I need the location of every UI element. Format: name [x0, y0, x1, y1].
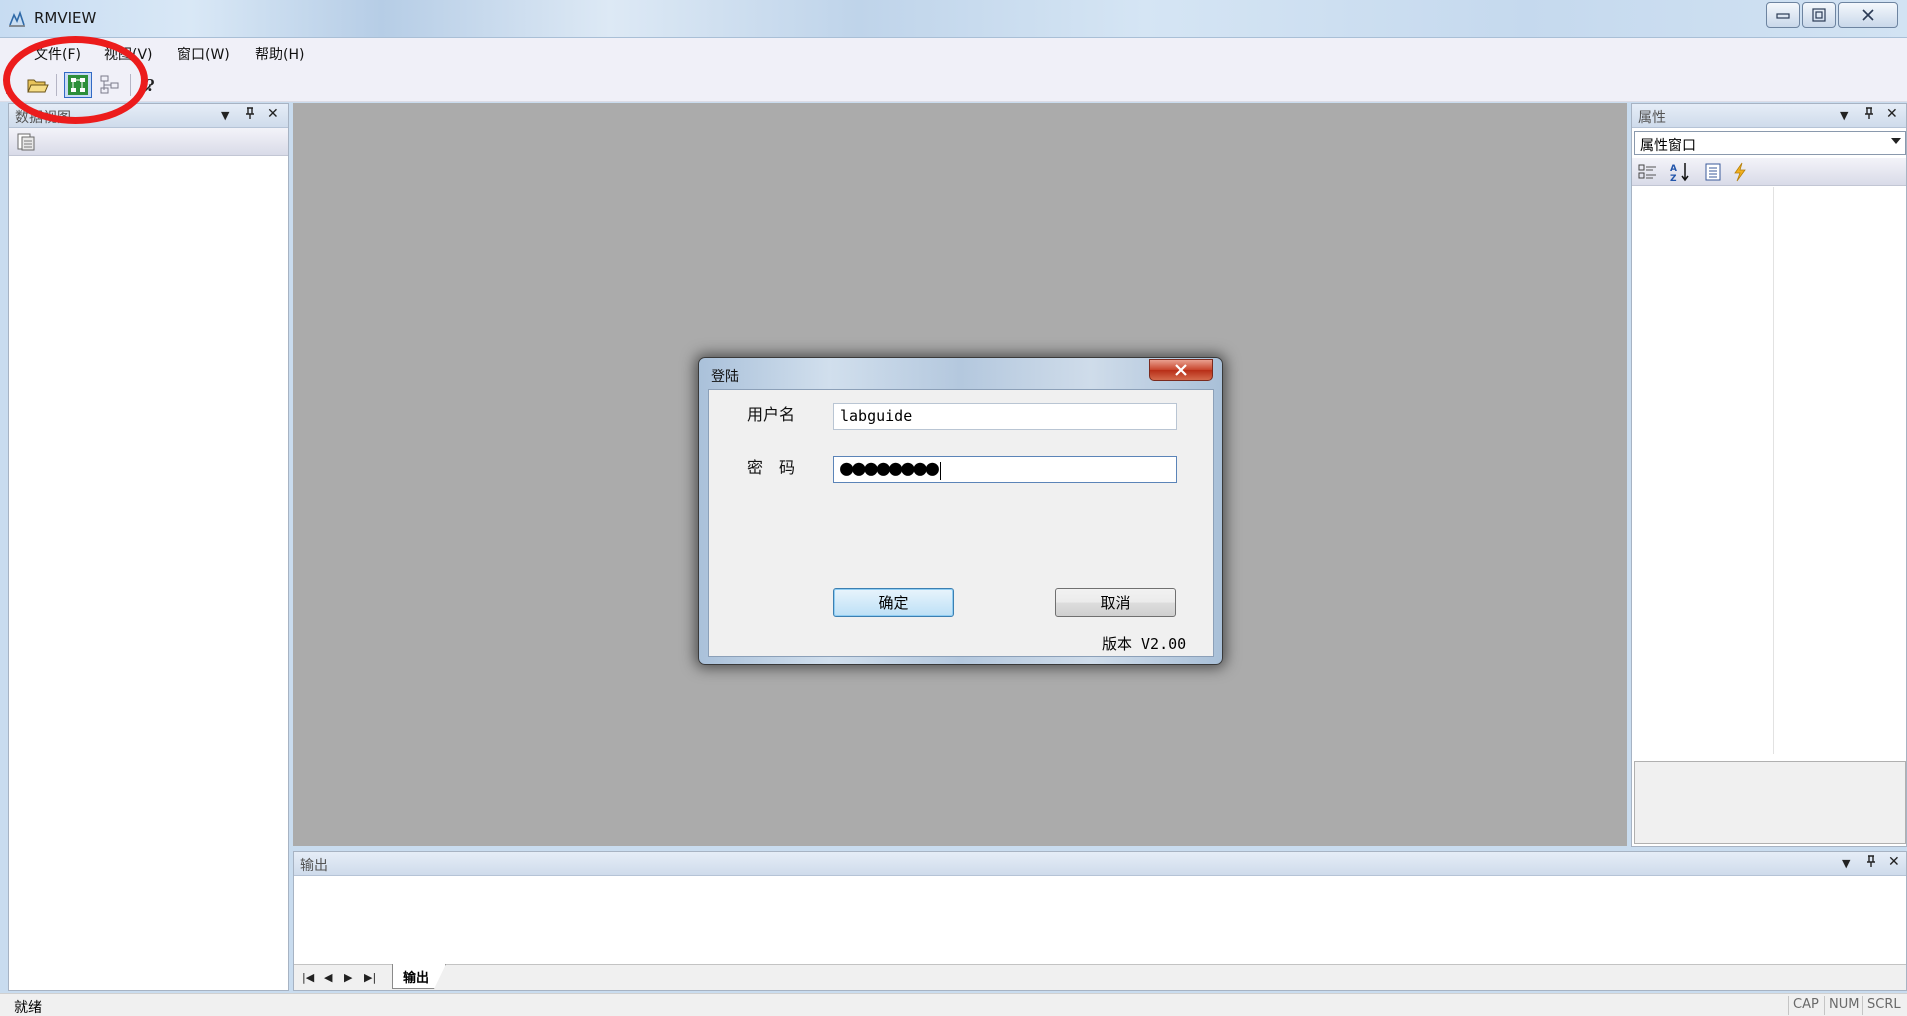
panel-close-icon[interactable]: ✕ [267, 106, 279, 122]
svg-text:Z: Z [1670, 174, 1677, 182]
username-label: 用户名 [747, 405, 796, 424]
data-view-toolbar [9, 128, 288, 156]
data-view-title: 数据视图 [15, 110, 71, 126]
scroll-lock-indicator: SCRL [1862, 996, 1905, 1015]
property-pages-icon[interactable] [1704, 163, 1722, 181]
svg-text:?: ? [146, 75, 155, 95]
dialog-body: 用户名 labguide 密 码 ●●●●●●●● 确定 取消 版本 V2.00 [708, 389, 1214, 657]
app-icon [9, 10, 25, 27]
first-tab-icon[interactable]: |◀ [302, 971, 314, 984]
prev-tab-icon[interactable]: ◀ [324, 971, 332, 984]
ok-button[interactable]: 确定 [833, 588, 954, 617]
ok-button-label: 确定 [878, 594, 909, 612]
properties-header: 属性 ▼ ✕ [1632, 104, 1906, 128]
pin-icon[interactable] [1864, 106, 1874, 124]
tab-output[interactable]: 输出 [392, 964, 446, 989]
close-icon [1175, 364, 1187, 376]
tree-view-button[interactable] [64, 72, 92, 98]
properties-combo[interactable]: 属性窗口 [1634, 131, 1906, 155]
svg-text:A: A [1670, 164, 1677, 174]
password-label: 密 码 [747, 458, 796, 477]
database-icon[interactable] [15, 132, 37, 152]
password-mask: ●●●●●●●● [840, 456, 939, 481]
login-dialog: 登陆 用户名 labguide 密 码 ●●●●●●●● 确定 取消 版本 V2… [698, 357, 1223, 665]
username-value: labguide [840, 407, 913, 425]
properties-title: 属性 [1638, 110, 1666, 126]
dialog-close-button[interactable] [1149, 359, 1213, 381]
status-text: 就绪 [14, 1000, 42, 1016]
sort-alphabetical-icon[interactable]: A Z [1670, 162, 1692, 182]
events-lightning-icon[interactable] [1732, 162, 1748, 182]
chevron-down-icon [1891, 138, 1901, 144]
property-grid-divider[interactable] [1773, 187, 1774, 754]
close-icon [1862, 9, 1874, 21]
menu-window[interactable]: 窗口(W) [177, 44, 230, 64]
num-lock-indicator: NUM [1824, 996, 1863, 1015]
panel-dropdown-icon[interactable]: ▼ [1840, 109, 1848, 122]
menu-view[interactable]: 视图(V) [104, 44, 153, 64]
output-tab-strip: |◀ ◀ ▶ ▶| 输出 [294, 964, 1906, 990]
password-input[interactable]: ●●●●●●●● [833, 456, 1177, 483]
cancel-button-label: 取消 [1100, 594, 1131, 612]
text-caret [939, 461, 941, 480]
toolbar: ? [0, 68, 1907, 102]
panel-dropdown-icon[interactable]: ▼ [1842, 857, 1850, 870]
data-view-panel: 数据视图 ▼ ✕ [8, 103, 289, 991]
panel-close-icon[interactable]: ✕ [1886, 106, 1898, 122]
menu-bar: 文件(F) 视图(V) 窗口(W) 帮助(H) [0, 38, 1907, 68]
output-title: 输出 [300, 858, 328, 874]
menu-help[interactable]: 帮助(H) [255, 44, 304, 64]
restore-icon [1812, 8, 1826, 22]
last-tab-icon[interactable]: ▶| [364, 971, 376, 984]
help-icon: ? [143, 75, 155, 95]
dialog-title: 登陆 [711, 369, 739, 385]
toolbar-grip[interactable] [6, 76, 9, 94]
categorized-icon[interactable] [1638, 163, 1658, 181]
window-title: RMVIEW [34, 9, 97, 27]
tree-layout-icon [100, 75, 119, 94]
minimize-icon [1776, 13, 1790, 19]
pin-icon[interactable] [1866, 854, 1876, 872]
output-panel: 输出 ▼ ✕ |◀ ◀ ▶ ▶| 输出 [293, 851, 1907, 991]
close-window-button[interactable] [1838, 2, 1898, 28]
panel-close-icon[interactable]: ✕ [1888, 854, 1900, 870]
version-text: 版本 V2.00 [1102, 635, 1187, 653]
username-input[interactable]: labguide [833, 403, 1177, 430]
data-view-header: 数据视图 ▼ ✕ [9, 104, 288, 128]
caps-lock-indicator: CAP [1788, 996, 1823, 1015]
open-folder-icon [27, 79, 49, 93]
status-bar: 就绪 CAP NUM SCRL [0, 993, 1907, 1016]
next-tab-icon[interactable]: ▶ [344, 971, 352, 984]
properties-combo-value: 属性窗口 [1640, 138, 1696, 154]
open-button[interactable] [24, 72, 52, 98]
panel-dropdown-icon[interactable]: ▼ [221, 109, 229, 122]
output-header: 输出 ▼ ✕ [294, 852, 1906, 876]
help-button[interactable]: ? [138, 72, 166, 98]
property-description-area [1634, 761, 1906, 844]
cancel-button[interactable]: 取消 [1055, 588, 1176, 617]
tree-view-icon [68, 75, 88, 95]
properties-panel: 属性 ▼ ✕ 属性窗口 A Z [1631, 103, 1907, 847]
tree-layout-button[interactable] [96, 72, 124, 98]
restore-button[interactable] [1802, 2, 1836, 28]
title-bar[interactable]: RMVIEW [0, 0, 1907, 38]
minimize-button[interactable] [1766, 2, 1800, 28]
pin-icon[interactable] [245, 106, 255, 124]
menu-file[interactable]: 文件(F) [34, 44, 81, 64]
properties-toolbar: A Z [1632, 158, 1906, 186]
